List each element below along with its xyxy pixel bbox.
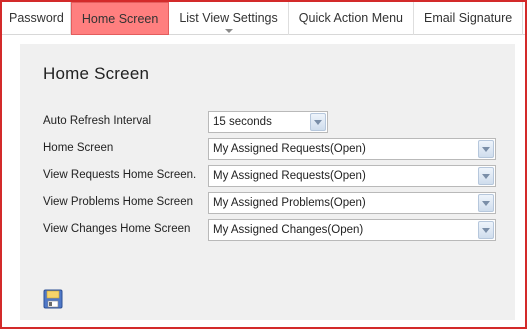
tab-list-view-settings[interactable]: List View Settings [169,2,289,35]
page-title: Home Screen [43,64,150,83]
tab-label: List View Settings [179,11,278,25]
requests-home-label: View Requests Home Screen. [43,169,197,181]
tab-label: Quick Action Menu [298,11,403,25]
tab-password[interactable]: Password [2,2,71,35]
home-screen-row: Home Screen My Assigned Requests(Open) [20,138,515,160]
requests-home-select[interactable]: My Assigned Requests(Open) [208,165,496,187]
changes-home-select[interactable]: My Assigned Changes(Open) [208,219,496,241]
tab-quick-action-menu[interactable]: Quick Action Menu [289,2,414,35]
tab-home-screen[interactable]: Home Screen [70,2,170,35]
select-value: 15 seconds [213,116,272,128]
chevron-down-icon [482,174,490,179]
auto-refresh-row: Auto Refresh Interval 15 seconds [20,111,515,133]
chevron-down-icon [482,228,490,233]
chevron-down-icon [482,147,490,152]
tab-label: Home Screen [81,12,159,26]
problems-home-label: View Problems Home Screen [43,196,193,208]
problems-home-row: View Problems Home Screen My Assigned Pr… [20,192,515,214]
select-value: My Assigned Requests(Open) [213,143,366,155]
select-value: My Assigned Requests(Open) [213,170,366,182]
changes-home-row: View Changes Home Screen My Assigned Cha… [20,219,515,241]
changes-home-label: View Changes Home Screen [43,223,191,235]
dropdown-button[interactable] [310,113,326,131]
select-value: My Assigned Problems(Open) [213,197,366,209]
dropdown-button[interactable] [478,167,494,185]
dropdown-button[interactable] [478,194,494,212]
chevron-down-icon [482,201,490,206]
save-button[interactable] [43,289,63,309]
dropdown-button[interactable] [478,140,494,158]
home-screen-select[interactable]: My Assigned Requests(Open) [208,138,496,160]
chevron-down-icon [224,29,233,33]
tab-email-signature[interactable]: Email Signature [414,2,524,35]
problems-home-select[interactable]: My Assigned Problems(Open) [208,192,496,214]
select-value: My Assigned Changes(Open) [213,224,364,236]
tab-bar: Password Home Screen List View Settings … [2,2,525,35]
tab-label: Email Signature [423,11,513,25]
chevron-down-icon [314,120,322,125]
home-screen-label: Home Screen [43,142,114,154]
floppy-disk-icon [43,289,63,309]
tab-label: Password [9,11,64,25]
requests-home-row: View Requests Home Screen. My Assigned R… [20,165,515,187]
settings-panel: Home Screen Auto Refresh Interval 15 sec… [20,44,515,320]
auto-refresh-label: Auto Refresh Interval [43,115,152,127]
dropdown-button[interactable] [478,221,494,239]
auto-refresh-select[interactable]: 15 seconds [208,111,328,133]
